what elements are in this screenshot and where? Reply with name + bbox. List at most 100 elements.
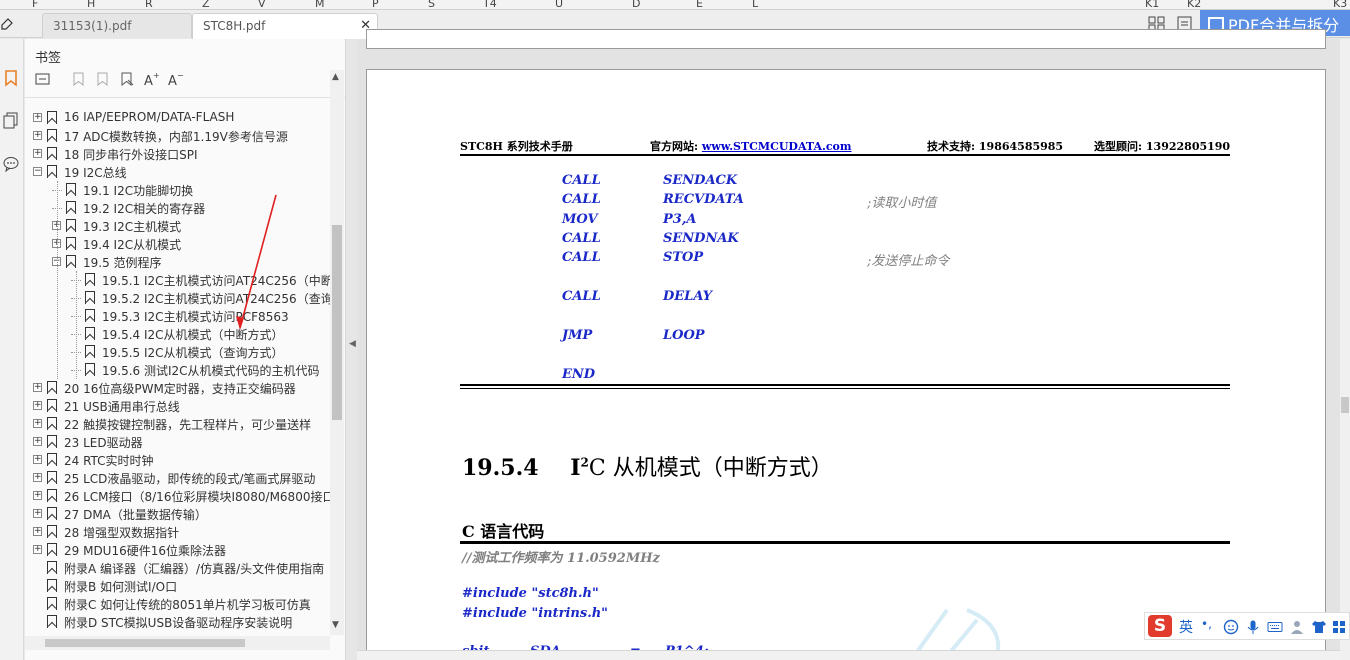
bookmark-icon: [47, 453, 57, 466]
bookmark-panel-icon[interactable]: [2, 69, 20, 87]
collapse-panel-icon[interactable]: ◀: [349, 339, 356, 349]
expand-icon[interactable]: +: [33, 437, 42, 446]
bookmark-label: 附录C 如何让传统的8051单片机学习板可仿真: [64, 598, 311, 612]
expand-icon[interactable]: +: [33, 473, 42, 482]
bookmark-item[interactable]: 附录A 编译器（汇编器）/仿真器/头文件使用指南: [25, 559, 330, 577]
user-icon[interactable]: [1289, 619, 1305, 635]
expand-icon[interactable]: +: [33, 149, 42, 158]
delete-bookmark-icon[interactable]: [119, 71, 135, 87]
bookmark-item[interactable]: 附录D STC模拟USB设备驱动程序安装说明: [25, 613, 330, 631]
bookmark-item[interactable]: 19.2 I2C相关的寄存器: [25, 199, 330, 217]
increase-font-icon[interactable]: A +: [143, 71, 159, 87]
header-site-link[interactable]: www.STCMCUDATA.com: [702, 140, 852, 153]
bookmark-item[interactable]: 19.5.3 I2C主机模式访问PCF8563: [25, 307, 330, 325]
bookmark-item[interactable]: 19.5.1 I2C主机模式访问AT24C256（中断: [25, 271, 330, 289]
expand-icon[interactable]: +: [33, 545, 42, 554]
bookmark-item[interactable]: +21 USB通用串行总线: [25, 397, 330, 415]
toolbox-icon[interactable]: [1331, 619, 1347, 635]
status-bar: [357, 650, 1340, 660]
bookmark-item[interactable]: 19.5.4 I2C从机模式（中断方式）: [25, 325, 330, 343]
bookmark-item[interactable]: +20 16位高级PWM定时器，支持正交编码器: [25, 379, 330, 397]
bookmark-item[interactable]: +26 LCM接口（8/16位彩屏模块I8080/M6800接口: [25, 487, 330, 505]
expand-icon[interactable]: +: [33, 455, 42, 464]
c-include: #include "stc8h.h": [462, 586, 599, 601]
expand-icon[interactable]: +: [33, 401, 42, 410]
ime-punct-toggle[interactable]: •,: [1201, 617, 1212, 631]
emoji-icon[interactable]: [1223, 619, 1239, 635]
add-bookmark-icon[interactable]: [71, 71, 87, 87]
bookmark-item[interactable]: 19.5.5 I2C从机模式（查询方式）: [25, 343, 330, 361]
divider: [25, 97, 345, 98]
bookmark-label: 19.5 范例程序: [83, 256, 162, 270]
tab-31153-pdf[interactable]: 31153(1).pdf: [42, 13, 192, 38]
bookmark-icon: [66, 183, 76, 196]
decrease-font-icon[interactable]: A −: [167, 71, 183, 87]
ime-language-toggle[interactable]: 英: [1179, 617, 1193, 637]
bookmark-item[interactable]: − 19 I2C总线: [25, 163, 330, 181]
bookmark-item[interactable]: +18 同步串行外设接口SPI: [25, 145, 330, 163]
bookmark-item[interactable]: +24 RTC实时时钟: [25, 451, 330, 469]
bookmark-item[interactable]: −19.5 范例程序: [25, 253, 330, 271]
expand-icon[interactable]: +: [33, 383, 42, 392]
tab-stc8h-pdf[interactable]: STC8H.pdf ✕: [192, 13, 378, 39]
bookmark-vertical-scrollbar[interactable]: ▲ ▼: [330, 70, 344, 635]
bookmark-item[interactable]: 附录B 如何测试I/O口: [25, 577, 330, 595]
asm-op: END: [562, 367, 596, 382]
expand-icon[interactable]: +: [33, 491, 42, 500]
document-vertical-scrollbar[interactable]: [1340, 39, 1350, 660]
bookmark-item[interactable]: +22 触摸按键控制器，先工程样片，可少量送样: [25, 415, 330, 433]
panel-splitter[interactable]: ◀: [345, 39, 357, 660]
bookmark-label: 17 ADC模数转换，内部1.19V参考信号源: [64, 130, 288, 144]
bookmark-item[interactable]: +16 IAP/EEPROM/DATA-FLASH: [25, 109, 330, 127]
eraser-icon[interactable]: [0, 16, 14, 30]
expand-icon[interactable]: +: [33, 527, 42, 536]
keyboard-icon[interactable]: [1267, 619, 1283, 635]
skin-icon[interactable]: [1311, 619, 1327, 635]
bookmark-icon: [47, 417, 57, 430]
bookmark-item[interactable]: 19.1 I2C功能脚切换: [25, 181, 330, 199]
bookmark-item[interactable]: +28 增强型双数据指针: [25, 523, 330, 541]
expand-icon[interactable]: +: [33, 131, 42, 140]
bookmark-item[interactable]: +27 DMA（批量数据传输）: [25, 505, 330, 523]
scroll-up-icon[interactable]: ▲: [332, 72, 339, 82]
bookmark-icon: [85, 345, 95, 358]
bookmark-icon: [85, 363, 95, 376]
bookmark-icon: [85, 327, 95, 340]
scroll-down-icon[interactable]: ▼: [332, 620, 339, 630]
bookmark-item[interactable]: +19.3 I2C主机模式: [25, 217, 330, 235]
collapse-all-icon[interactable]: [35, 71, 51, 87]
expand-icon[interactable]: +: [33, 113, 42, 122]
microphone-icon[interactable]: [1245, 619, 1261, 635]
comments-icon[interactable]: [2, 155, 20, 173]
scroll-thumb[interactable]: [332, 225, 342, 420]
header-rule: [460, 154, 1230, 156]
bookmark-item[interactable]: 附录C 如何让传统的8051单片机学习板可仿真: [25, 595, 330, 613]
sogou-logo[interactable]: S: [1148, 615, 1172, 637]
bookmark-horizontal-scrollbar[interactable]: [25, 636, 330, 650]
column-ruler: F H R Z V M P S T4 U D E L K1 K2 K3: [0, 0, 1350, 10]
svg-text:+: +: [153, 71, 159, 80]
subsection-heading: C 语言代码: [462, 522, 545, 541]
add-child-bookmark-icon[interactable]: [95, 71, 111, 87]
bookmark-item[interactable]: +19.4 I2C从机模式: [25, 235, 330, 253]
bookmark-item[interactable]: +25 LCD液晶驱动，即传统的段式/笔画式屏驱动: [25, 469, 330, 487]
header-support: 技术支持: 19864585985: [927, 140, 1064, 153]
bookmark-item[interactable]: 19.5.6 测试I2C从机模式代码的主机代码: [25, 361, 330, 379]
asm-op: CALL: [562, 231, 601, 246]
bookmark-item[interactable]: +17 ADC模数转换，内部1.19V参考信号源: [25, 127, 330, 145]
pages-icon[interactable]: [2, 111, 20, 129]
bookmark-icon: [66, 255, 76, 268]
bookmark-item[interactable]: 19.5.2 I2C主机模式访问AT24C256（查询: [25, 289, 330, 307]
ruler-col: K3: [1333, 0, 1348, 10]
scroll-thumb[interactable]: [45, 639, 245, 647]
asm-arg: STOP: [663, 250, 704, 265]
scroll-thumb[interactable]: [1341, 397, 1349, 413]
asm-op: CALL: [562, 250, 601, 265]
bookmark-icon: [47, 381, 57, 394]
expand-icon[interactable]: +: [33, 509, 42, 518]
bookmark-item[interactable]: +29 MDU16硬件16位乘除法器: [25, 541, 330, 559]
collapse-icon[interactable]: −: [33, 167, 42, 176]
bookmark-item[interactable]: +23 LED驱动器: [25, 433, 330, 451]
bookmark-panel-title: 书签: [35, 51, 62, 66]
expand-icon[interactable]: +: [33, 419, 42, 428]
